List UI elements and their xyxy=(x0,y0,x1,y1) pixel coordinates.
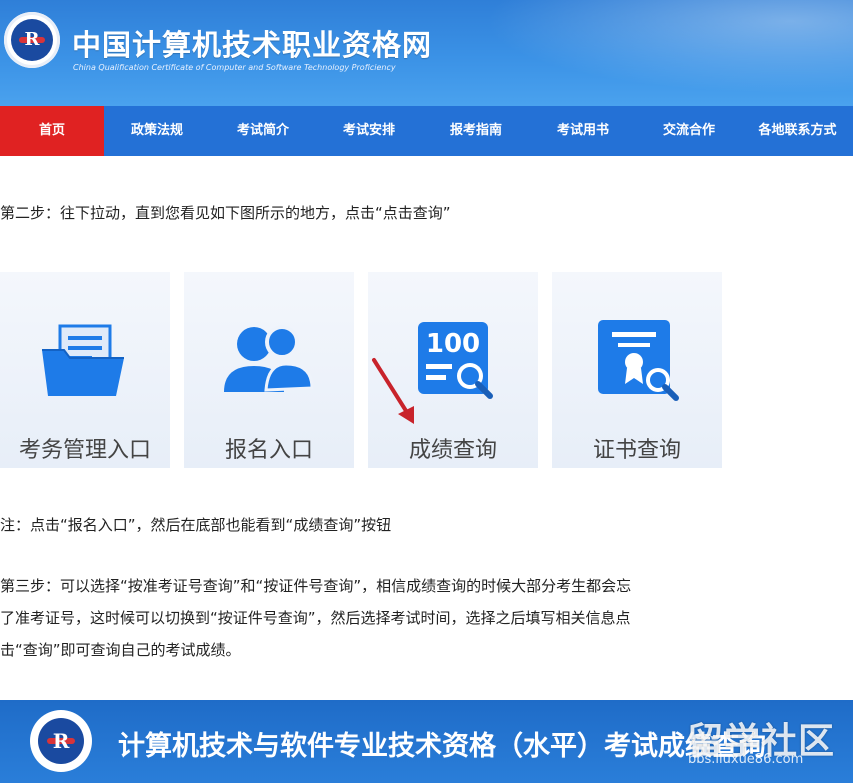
folder-icon xyxy=(42,324,124,396)
nav-item-exam-books[interactable]: 考试用书 xyxy=(530,106,636,156)
nav-item-registration-guide[interactable]: 报考指南 xyxy=(422,106,530,156)
step3-line-1: 第三步：可以选择“按准考证号查询”和“按证件号查询”，相信成绩查询的时候大部分考… xyxy=(0,577,632,595)
watermark-url: bbs.liuxue86.com xyxy=(688,752,804,767)
tile-label: 证书查询 xyxy=(592,438,681,463)
step3-line-2: 了准考证号，这时候可以切换到“按证件号查询”，然后选择考试时间，选择之后填写相关… xyxy=(0,609,631,627)
nav-item-home[interactable]: 首页 xyxy=(0,106,104,156)
logo-letter: R xyxy=(24,29,40,50)
nav-item-contacts[interactable]: 各地联系方式 xyxy=(742,106,853,156)
main-nav: 首页 政策法规 考试简介 考试安排 报考指南 考试用书 交流合作 各地联系方式 xyxy=(0,106,853,156)
logo-ring: R xyxy=(11,19,53,61)
tile-label: 报名入口 xyxy=(224,438,313,463)
tile-label: 成绩查询 xyxy=(408,438,497,463)
nav-item-exam-intro[interactable]: 考试简介 xyxy=(210,106,316,156)
red-arrow-icon xyxy=(372,358,414,424)
note-text: 注：点击“报名入口”，然后在底部也能看到“成绩查询”按钮 xyxy=(0,516,392,534)
score-badge: 100 xyxy=(426,329,480,359)
certificate-search-icon xyxy=(598,320,679,401)
step2-text: 第二步：往下拉动，直到您看见如下图所示的地方，点击“点击查询” xyxy=(0,204,451,222)
banner-title: 计算机技术与软件专业技术资格（水平）考试成绩查询 xyxy=(118,731,766,762)
site-logo[interactable]: R xyxy=(4,12,60,68)
tile-label: 考务管理入口 xyxy=(18,438,151,463)
site-title: 中国计算机技术职业资格网 xyxy=(72,28,433,62)
users-icon xyxy=(224,325,314,392)
site-header-banner: R 中国计算机技术职业资格网 China Qualification Certi… xyxy=(0,0,853,106)
nav-item-exam-schedule[interactable]: 考试安排 xyxy=(316,106,422,156)
tile-exam-management[interactable]: 考务管理入口 xyxy=(0,272,170,468)
tile-registration[interactable]: 报名入口 xyxy=(184,272,354,468)
logo-ring: R xyxy=(38,718,84,764)
entry-tiles: 考务管理入口 报名入口 100 成绩查询 证书查询 xyxy=(0,262,722,469)
banner-glow xyxy=(433,0,853,106)
logo-letter: R xyxy=(52,729,70,753)
banner-logo: R xyxy=(30,710,92,772)
nav-item-policy[interactable]: 政策法规 xyxy=(104,106,210,156)
nav-item-cooperation[interactable]: 交流合作 xyxy=(636,106,742,156)
tile-score-query[interactable]: 100 成绩查询 xyxy=(368,272,538,468)
step3-line-3: 击“查询”即可查询自己的考试成绩。 xyxy=(0,641,241,659)
site-subtitle: China Qualification Certificate of Compu… xyxy=(73,63,396,72)
tile-certificate-query[interactable]: 证书查询 xyxy=(552,272,722,468)
